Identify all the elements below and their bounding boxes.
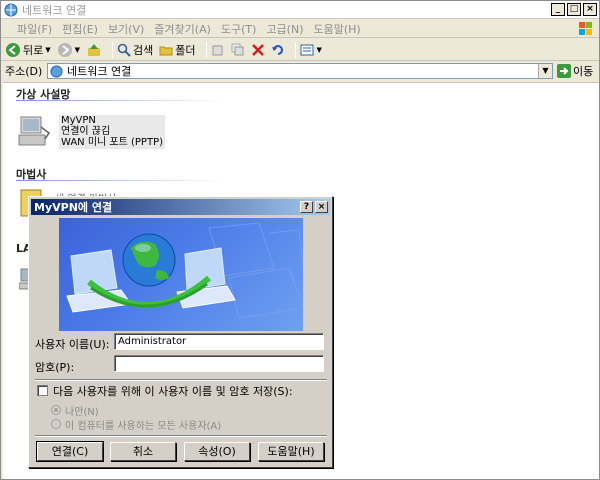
- help-button[interactable]: 도움말(H): [258, 442, 324, 461]
- copy-to-button[interactable]: [231, 43, 245, 57]
- menu-file[interactable]: 파일(F): [17, 21, 52, 37]
- toolbar: 뒤로 ▼ ▼ 검색 폴더 ▼: [1, 39, 599, 61]
- go-arrow-icon: [557, 64, 571, 78]
- vpn-item-text: MyVPN 연결이 끊김 WAN 미니 포트 (PPTP): [59, 115, 166, 149]
- address-dropdown-icon[interactable]: ▼: [538, 64, 552, 78]
- save-credentials-label: 다음 사용자를 위해 이 사용자 이름 및 암호 저장(S):: [53, 385, 293, 398]
- explorer-window: 네트워크 연결 _ □ × 파일(F) 편집(E) 보기(V) 즐겨찾기(A) …: [0, 0, 600, 480]
- dialog-close-button[interactable]: ×: [315, 201, 328, 213]
- menu-tools[interactable]: 도구(T): [221, 21, 257, 37]
- move-to-button[interactable]: [211, 43, 225, 57]
- vpn-item-name: MyVPN: [61, 115, 96, 126]
- window-controls: _ □ ×: [551, 3, 597, 16]
- dialog-title: MyVPN에 연결: [34, 201, 113, 214]
- window-title: 네트워크 연결: [22, 3, 87, 17]
- go-label: 이동: [573, 65, 594, 78]
- back-arrow-icon: [6, 42, 20, 57]
- dialog-title-buttons: ? ×: [300, 201, 328, 213]
- radio-me-only[interactable]: [51, 405, 61, 415]
- forward-dropdown-icon[interactable]: ▼: [75, 46, 80, 54]
- views-button[interactable]: ▼: [300, 43, 322, 57]
- menu-favorites[interactable]: 즐겨찾기(A): [154, 21, 211, 37]
- radio-me-only-label: 나만(N): [65, 407, 99, 418]
- delete-x-icon: [251, 43, 264, 56]
- connect-dialog: MyVPN에 연결 ? × 사용자 이름(U): Administrator 암…: [28, 196, 333, 468]
- menu-edit[interactable]: 편집(E): [62, 21, 98, 37]
- back-dropdown-icon[interactable]: ▼: [45, 46, 50, 54]
- minimize-button[interactable]: _: [551, 3, 565, 16]
- toolbar-separator: [205, 41, 207, 58]
- vpn-item-status: 연결이 끊김: [61, 126, 111, 137]
- forward-button[interactable]: ▼: [57, 42, 80, 58]
- username-field[interactable]: Administrator: [114, 333, 324, 350]
- copy-to-icon: [231, 43, 244, 55]
- address-input[interactable]: 네트워크 연결 ▼: [47, 63, 553, 79]
- go-button[interactable]: 이동: [557, 63, 593, 79]
- toolbar-separator: [112, 41, 114, 58]
- address-value: 네트워크 연결: [67, 65, 132, 78]
- group-divider: [16, 100, 224, 101]
- radio-anyone[interactable]: [51, 419, 61, 429]
- search-icon: [117, 43, 131, 57]
- windows-logo-icon: [579, 22, 592, 35]
- properties-button[interactable]: 속성(O): [184, 442, 250, 461]
- connect-button[interactable]: 연결(C): [36, 441, 104, 462]
- undo-button[interactable]: [271, 43, 285, 57]
- close-button[interactable]: ×: [583, 3, 597, 16]
- menu-view[interactable]: 보기(V): [108, 21, 144, 37]
- undo-icon: [271, 44, 283, 55]
- views-dropdown-icon[interactable]: ▼: [317, 46, 322, 54]
- address-bar: 주소(D) 네트워크 연결 ▼ 이동: [1, 62, 599, 80]
- vpn-connection-item[interactable]: MyVPN 연결이 끊김 WAN 미니 포트 (PPTP): [17, 113, 166, 149]
- toolbar-separator: [294, 41, 296, 58]
- menu-advanced[interactable]: 고급(N): [266, 21, 303, 37]
- folders-icon: [159, 46, 173, 55]
- radio-anyone-label: 이 컴퓨터를 사용하는 모든 사용자(A): [65, 421, 222, 432]
- password-label: 암호(P):: [35, 361, 75, 374]
- back-label: 뒤로: [23, 43, 44, 57]
- move-to-icon: [212, 45, 223, 55]
- search-button[interactable]: 검색: [117, 42, 153, 58]
- group-divider: [16, 180, 224, 181]
- dialog-separator: [35, 379, 327, 381]
- vpn-item-device: WAN 미니 포트 (PPTP): [61, 137, 164, 148]
- dialog-separator: [35, 435, 327, 437]
- vpn-computer-icon: [18, 116, 51, 146]
- forward-arrow-icon: [57, 42, 72, 57]
- network-connections-icon: [4, 3, 18, 16]
- username-label: 사용자 이름(U):: [35, 338, 110, 351]
- globe-laptops-icon: [66, 222, 303, 319]
- delete-button[interactable]: [251, 43, 265, 57]
- views-icon: [300, 44, 314, 55]
- dialog-help-button[interactable]: ?: [300, 201, 313, 213]
- cancel-button[interactable]: 취소: [110, 442, 176, 461]
- address-label: 주소(D): [5, 65, 43, 78]
- network-banner-image: [59, 218, 303, 331]
- folders-label: 폴더: [175, 43, 196, 57]
- search-label: 검색: [133, 43, 154, 57]
- folders-button[interactable]: 폴더: [159, 42, 196, 58]
- network-connections-icon: [50, 64, 63, 78]
- back-button[interactable]: 뒤로 ▼: [5, 42, 51, 58]
- save-credentials-checkbox[interactable]: [37, 385, 48, 396]
- title-bar: 네트워크 연결 _ □ ×: [1, 1, 599, 19]
- dialog-title-bar: MyVPN에 연결 ? ×: [31, 199, 330, 215]
- menu-bar: 파일(F) 편집(E) 보기(V) 즐겨찾기(A) 도구(T) 고급(N) 도움…: [1, 20, 599, 38]
- menu-help[interactable]: 도움말(H): [314, 21, 361, 37]
- password-field[interactable]: [114, 355, 324, 372]
- maximize-button[interactable]: □: [567, 3, 581, 16]
- folder-up-icon: [88, 43, 101, 56]
- up-button[interactable]: [86, 42, 102, 58]
